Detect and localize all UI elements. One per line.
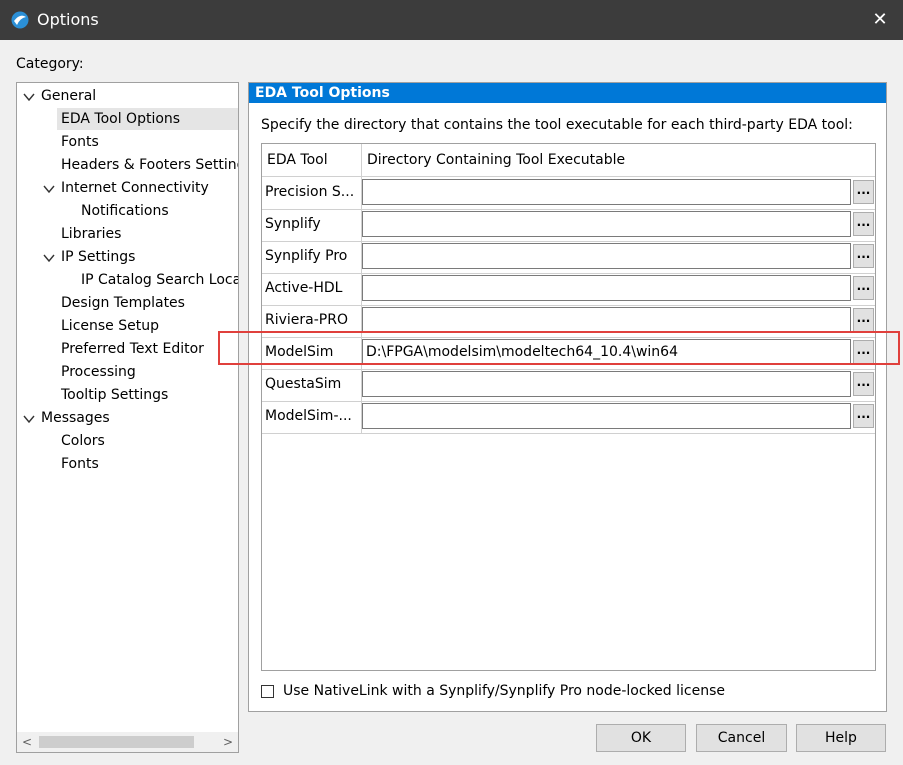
browse-icon[interactable]: ... [853, 404, 874, 428]
tool-name: QuestaSim [265, 376, 342, 392]
category-tree[interactable]: General EDA Tool Options Fonts Headers &… [16, 82, 239, 753]
column-header-eda-tool[interactable]: EDA Tool [267, 152, 328, 168]
column-header-directory[interactable]: Directory Containing Tool Executable [367, 152, 625, 168]
scroll-right-icon[interactable]: > [223, 735, 233, 749]
directory-input[interactable] [362, 211, 851, 237]
nativelink-checkbox[interactable] [261, 685, 274, 698]
browse-icon[interactable]: ... [853, 308, 874, 332]
scroll-left-icon[interactable]: < [22, 735, 32, 749]
tree-item-processing[interactable]: Processing [61, 361, 136, 383]
tree-item-internet-connectivity[interactable]: Internet Connectivity [61, 177, 209, 199]
nativelink-label[interactable]: Use NativeLink with a Synplify/Synplify … [283, 683, 725, 699]
expand-icon[interactable] [23, 91, 35, 103]
browse-icon[interactable]: ... [853, 276, 874, 300]
close-icon[interactable]: ✕ [866, 8, 894, 32]
tool-name: ModelSim [265, 344, 334, 360]
table-row: ModelSim-... ... [262, 401, 875, 434]
directory-input[interactable] [362, 243, 851, 269]
tool-name: ModelSim-... [265, 408, 352, 424]
tree-item-notifications[interactable]: Notifications [81, 200, 169, 222]
horizontal-scrollbar[interactable]: < > [17, 732, 238, 752]
tree-item-license-setup[interactable]: License Setup [61, 315, 159, 337]
category-label: Category: [16, 56, 84, 72]
browse-icon[interactable]: ... [853, 212, 874, 236]
tree-item-preferred-text-editor[interactable]: Preferred Text Editor [61, 338, 204, 360]
tree-item-general[interactable]: General [41, 85, 96, 107]
directory-input[interactable] [362, 371, 851, 397]
directory-input[interactable] [362, 307, 851, 333]
tree-item-headers-footers[interactable]: Headers & Footers Setting [61, 154, 238, 176]
tree-item-tooltip-settings[interactable]: Tooltip Settings [61, 384, 168, 406]
directory-input[interactable] [362, 179, 851, 205]
eda-options-panel: EDA Tool Options Specify the directory t… [248, 82, 887, 712]
scrollbar-thumb[interactable] [39, 736, 194, 748]
eda-tool-grid: EDA Tool Directory Containing Tool Execu… [261, 143, 876, 671]
table-row: Precision S... ... [262, 177, 875, 210]
app-icon [11, 11, 29, 29]
browse-icon[interactable]: ... [853, 340, 874, 364]
tool-name: Active-HDL [265, 280, 343, 296]
tree-item-eda-tool-options[interactable]: EDA Tool Options [57, 108, 238, 130]
tree-item-design-templates[interactable]: Design Templates [61, 292, 185, 314]
title-bar: Options ✕ [0, 0, 903, 40]
tree-item-ip-catalog-search[interactable]: IP Catalog Search Locat [81, 269, 238, 291]
tree-item-messages[interactable]: Messages [41, 407, 110, 429]
panel-description: Specify the directory that contains the … [261, 117, 853, 133]
expand-icon[interactable] [43, 183, 55, 195]
tree-item-ip-settings[interactable]: IP Settings [61, 246, 135, 268]
directory-input[interactable] [362, 403, 851, 429]
browse-icon[interactable]: ... [853, 372, 874, 396]
tool-name: Riviera-PRO [265, 312, 348, 328]
help-button[interactable]: Help [796, 724, 886, 752]
expand-icon[interactable] [23, 413, 35, 425]
table-row: Riviera-PRO ... [262, 305, 875, 338]
directory-input[interactable] [362, 275, 851, 301]
cancel-button[interactable]: Cancel [696, 724, 787, 752]
tool-name: Precision S... [265, 184, 355, 200]
tree-item-message-fonts[interactable]: Fonts [61, 453, 99, 475]
table-row: ModelSim D:\FPGA\modelsim\modeltech64_10… [262, 337, 875, 370]
grid-header: EDA Tool Directory Containing Tool Execu… [262, 144, 875, 177]
tool-name: Synplify Pro [265, 248, 348, 264]
table-row: Synplify ... [262, 209, 875, 242]
table-row: QuestaSim ... [262, 369, 875, 402]
window-title: Options [37, 10, 99, 29]
tool-name: Synplify [265, 216, 321, 232]
tree-item-colors[interactable]: Colors [61, 430, 105, 452]
browse-icon[interactable]: ... [853, 244, 874, 268]
table-row: Synplify Pro ... [262, 241, 875, 274]
directory-input[interactable]: D:\FPGA\modelsim\modeltech64_10.4\win64 [362, 339, 851, 365]
browse-icon[interactable]: ... [853, 180, 874, 204]
panel-header: EDA Tool Options [249, 83, 886, 103]
ok-button[interactable]: OK [596, 724, 686, 752]
expand-icon[interactable] [43, 252, 55, 264]
table-row: Active-HDL ... [262, 273, 875, 306]
tree-item-libraries[interactable]: Libraries [61, 223, 121, 245]
tree-item-fonts[interactable]: Fonts [61, 131, 99, 153]
